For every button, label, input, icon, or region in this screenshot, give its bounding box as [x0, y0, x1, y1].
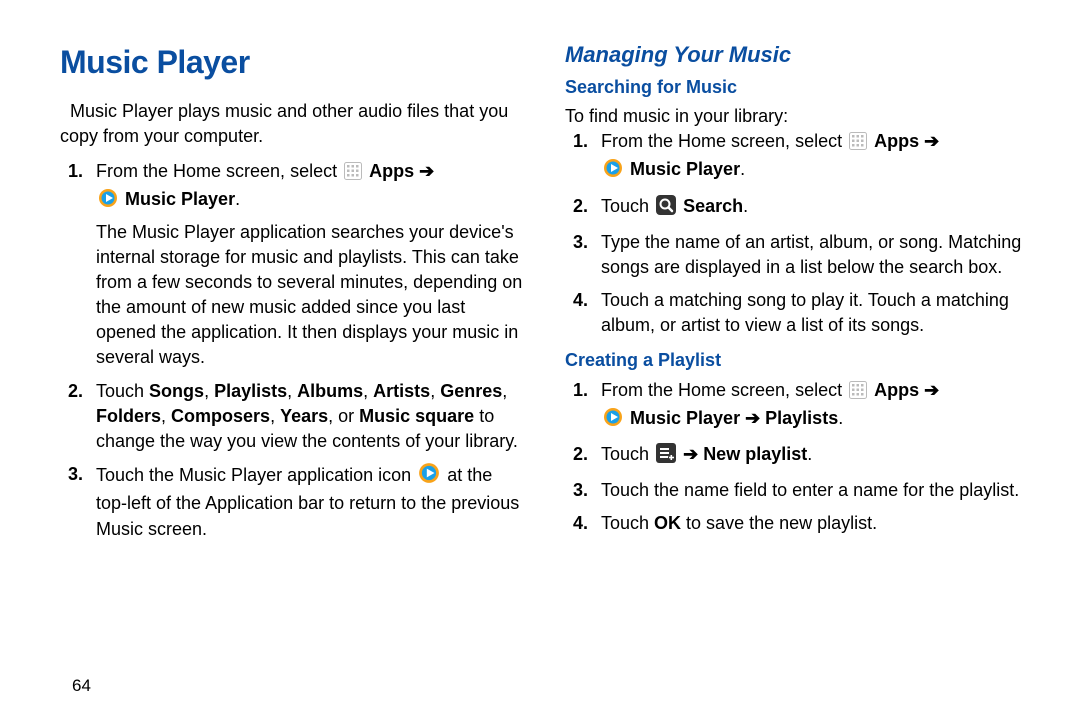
step1-description: The Music Player application searches yo…	[96, 220, 525, 371]
comma: ,	[270, 406, 280, 426]
search-step-2: Touch Search.	[565, 194, 1030, 222]
apps-icon	[849, 132, 867, 157]
menu-plus-icon	[656, 443, 676, 470]
arrow-icon: ➔	[683, 444, 698, 464]
search-icon	[656, 195, 676, 222]
albums-label: Albums	[297, 381, 363, 401]
text: Touch	[96, 381, 149, 401]
playlist-step-2: Touch ➔ New playlist.	[565, 442, 1030, 470]
text: From the Home screen, select	[601, 380, 842, 400]
playlist-steps: From the Home screen, select Apps ➔ Musi…	[565, 378, 1030, 537]
comma: ,	[161, 406, 171, 426]
text: Touch	[601, 196, 649, 216]
search-step-1: From the Home screen, select Apps ➔ Musi…	[565, 129, 1030, 185]
genres-label: Genres	[440, 381, 502, 401]
music-player-label: Music Player	[125, 189, 235, 209]
search-step-3: Type the name of an artist, album, or so…	[565, 230, 1030, 280]
apps-label: Apps	[874, 131, 919, 151]
left-step-3: Touch the Music Player application icon …	[60, 462, 525, 542]
playlist-step-3: Touch the name field to enter a name for…	[565, 478, 1030, 503]
apps-label: Apps	[874, 380, 919, 400]
text: From the Home screen, select	[601, 131, 842, 151]
arrow-icon: ➔	[924, 380, 939, 400]
text: Touch the Music Player application icon	[96, 465, 411, 485]
subsection-playlist: Creating a Playlist	[565, 348, 1030, 373]
comma: ,	[363, 381, 373, 401]
comma: ,	[287, 381, 297, 401]
music-player-icon	[98, 188, 118, 215]
apps-icon	[849, 381, 867, 406]
left-steps: From the Home screen, select Apps ➔ Musi…	[60, 159, 525, 542]
manual-page: Music Player Music Player plays music an…	[0, 0, 1080, 720]
music-player-icon	[603, 407, 623, 434]
comma: ,	[502, 381, 507, 401]
arrow-icon: ➔	[924, 131, 939, 151]
playlist-step-1: From the Home screen, select Apps ➔ Musi…	[565, 378, 1030, 434]
songs-label: Songs	[149, 381, 204, 401]
artists-label: Artists	[373, 381, 430, 401]
arrow-icon: ➔	[419, 161, 434, 181]
text: From the Home screen, select	[96, 161, 337, 181]
page-title: Music Player	[60, 40, 525, 85]
intro-text: Music Player plays music and other audio…	[60, 99, 525, 149]
music-player-icon	[418, 462, 440, 491]
text: Touch	[601, 444, 649, 464]
page-number: 64	[72, 676, 91, 696]
apps-icon	[344, 162, 362, 187]
dot: .	[743, 196, 748, 216]
search-step-4: Touch a matching song to play it. Touch …	[565, 288, 1030, 338]
left-step-1: From the Home screen, select Apps ➔ Musi…	[60, 159, 525, 371]
music-player-icon	[603, 158, 623, 185]
search-label: Search	[683, 196, 743, 216]
subsection-searching: Searching for Music	[565, 75, 1030, 100]
years-label: Years	[280, 406, 328, 426]
playlists-label: Playlists	[214, 381, 287, 401]
music-player-label: Music Player	[630, 159, 740, 179]
intro-text: To find music in your library:	[565, 104, 1030, 129]
ok-label: OK	[654, 513, 681, 533]
music-square-label: Music square	[359, 406, 474, 426]
dot: .	[838, 408, 843, 428]
apps-label: Apps	[369, 161, 414, 181]
left-step-2: Touch Songs, Playlists, Albums, Artists,…	[60, 379, 525, 455]
section-heading: Managing Your Music	[565, 40, 1030, 71]
right-column: Managing Your Music Searching for Music …	[555, 40, 1050, 700]
text: to save the new playlist.	[681, 513, 877, 533]
comma: ,	[204, 381, 214, 401]
dot: .	[807, 444, 812, 464]
folders-label: Folders	[96, 406, 161, 426]
comma: ,	[430, 381, 440, 401]
composers-label: Composers	[171, 406, 270, 426]
text: Touch	[601, 513, 654, 533]
dot: .	[235, 189, 240, 209]
left-column: Music Player Music Player plays music an…	[60, 40, 555, 700]
music-player-playlists-label: Music Player ➔ Playlists	[630, 408, 838, 428]
playlist-step-4: Touch OK to save the new playlist.	[565, 511, 1030, 536]
new-playlist-label: New playlist	[703, 444, 807, 464]
or-text: , or	[328, 406, 359, 426]
dot: .	[740, 159, 745, 179]
searching-steps: From the Home screen, select Apps ➔ Musi…	[565, 129, 1030, 338]
